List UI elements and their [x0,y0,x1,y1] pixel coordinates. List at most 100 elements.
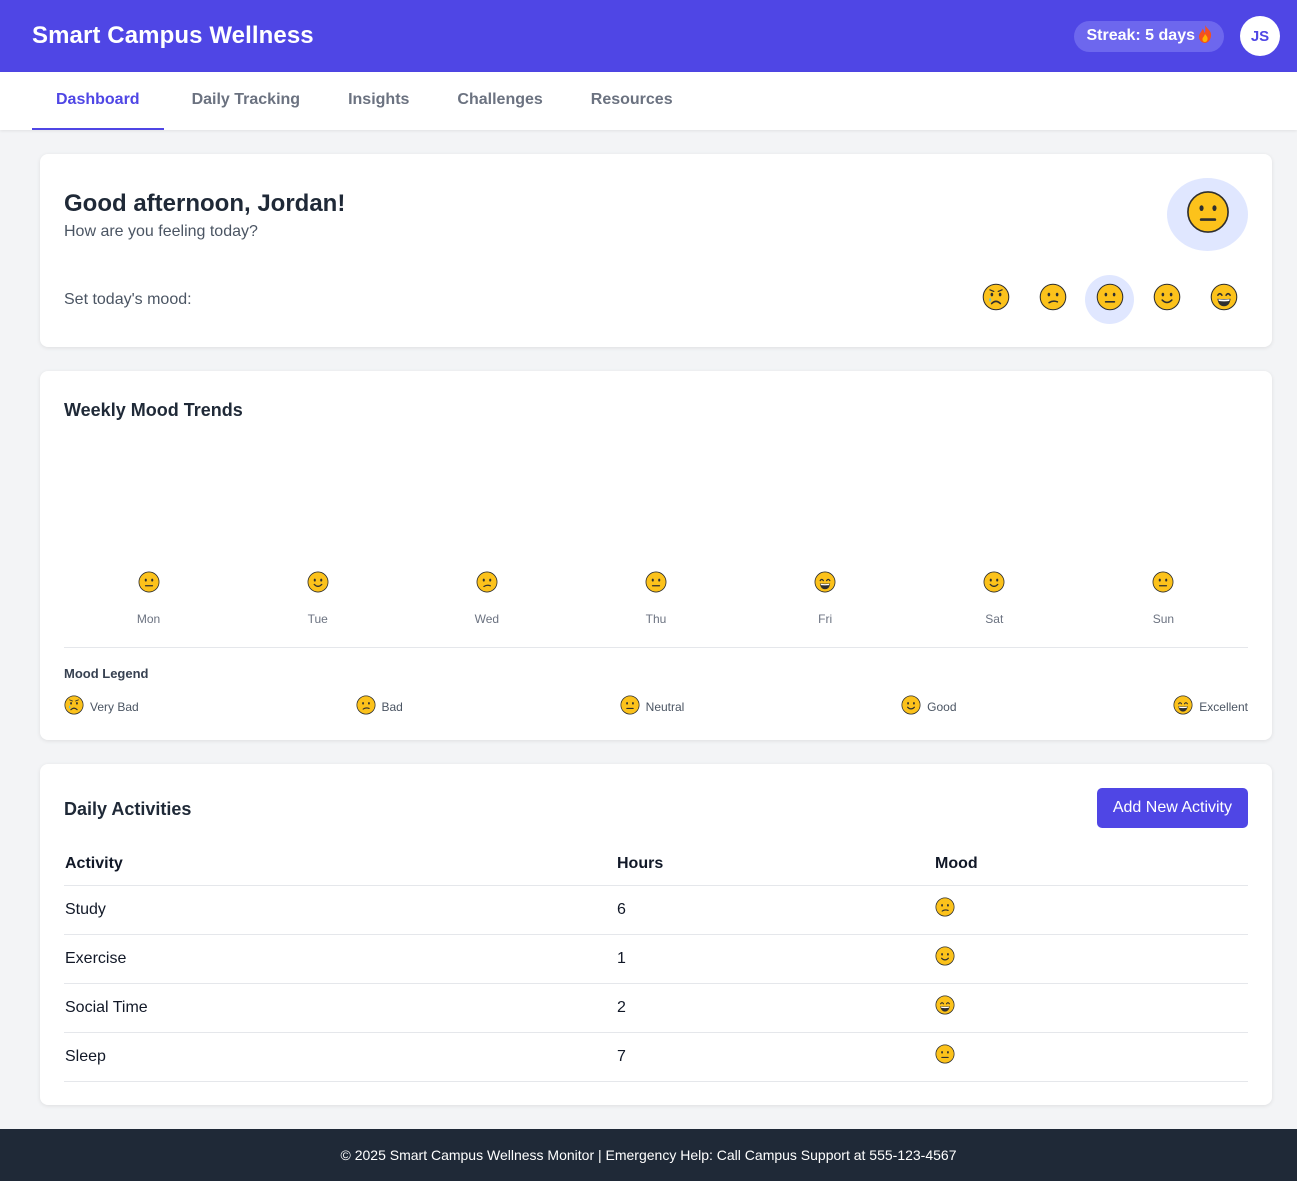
daily-activities-title: Daily Activities [64,799,192,819]
hours-cell: 1 [616,934,934,984]
column-header-hours: Hours [616,844,934,886]
legend-item-very-bad: Very Bad [64,695,139,718]
legend-item-good: Good [901,695,957,718]
bad-face-icon [1039,283,1067,316]
mood-cell [934,885,1248,935]
tab-dashboard[interactable]: Dashboard [32,72,164,130]
top-bar: Smart Campus Wellness Streak: 5 days JS [0,0,1297,72]
greeting-heading: Good afternoon, Jordan! [64,190,346,217]
neutral-face-icon [1186,190,1230,239]
mood-cell [934,934,1248,984]
mood-picker [971,275,1248,324]
day-column-wed: Wed [402,571,571,626]
greeting-subtitle: How are you feeling today? [64,223,258,240]
add-activity-button[interactable]: Add New Activity [1096,788,1248,828]
weekly-mood-title: Weekly Mood Trends [64,400,243,420]
day-label: Wed [474,612,500,626]
excellent-face-icon [1173,695,1193,718]
table-row: Exercise 1 [64,934,1248,984]
table-row: Study 6 [64,885,1248,935]
mood-legend: Very Bad Bad Neutral Good Excellent [64,695,1248,718]
mood-option-excellent[interactable] [1199,275,1248,324]
neutral-face-icon [1096,283,1124,316]
activity-cell: Social Time [64,983,616,1033]
footer-text: © 2025 Smart Campus Wellness Monitor | E… [340,1147,957,1163]
excellent-face-icon [935,995,955,1020]
day-label: Thu [645,612,667,626]
legend-label: Good [927,699,957,714]
legend-label: Bad [381,699,403,714]
day-column-sat: Sat [910,571,1079,626]
good-face-icon [1153,283,1181,316]
activity-cell: Study [64,885,616,935]
day-label: Fri [818,612,833,626]
day-label: Sat [985,612,1004,626]
excellent-face-icon [1210,283,1238,316]
mood-option-bad[interactable] [1028,275,1077,324]
very-bad-face-icon [64,695,84,718]
legend-item-excellent: Excellent [1173,695,1248,718]
neutral-face-icon [1152,571,1174,598]
excellent-face-icon [814,571,836,598]
very-bad-face-icon [982,283,1010,316]
mood-cell [934,1032,1248,1082]
good-face-icon [983,571,1005,598]
main-nav: Dashboard Daily Tracking Insights Challe… [0,72,1297,130]
table-header-row: Activity Hours Mood [64,844,1248,886]
day-column-tue: Tue [233,571,402,626]
hours-cell: 6 [616,885,934,935]
day-column-fri: Fri [741,571,910,626]
good-face-icon [307,571,329,598]
legend-label: Neutral [645,699,685,714]
neutral-face-icon [645,571,667,598]
tab-daily-tracking[interactable]: Daily Tracking [164,72,325,130]
activity-cell: Exercise [64,934,616,984]
mood-cell [934,983,1248,1033]
day-column-sun: Sun [1079,571,1248,626]
current-mood-display [1167,178,1248,251]
mood-option-good[interactable] [1142,275,1191,324]
neutral-face-icon [620,695,640,718]
day-label: Sun [1152,612,1175,626]
day-column-mon: Mon [64,571,233,626]
bad-face-icon [476,571,498,598]
good-face-icon [901,695,921,718]
day-label: Tue [307,612,328,626]
good-face-icon [935,946,955,971]
mood-option-neutral[interactable] [1085,275,1134,324]
activities-table: Activity Hours Mood Study 6 Exercise 1 S… [64,844,1248,1082]
mood-legend-title: Mood Legend [64,666,149,681]
neutral-face-icon [935,1044,955,1069]
divider [64,647,1248,648]
mood-option-very-bad[interactable] [971,275,1020,324]
header-actions: Streak: 5 days JS [1074,16,1280,56]
legend-label: Very Bad [90,699,139,714]
legend-label: Excellent [1199,699,1248,714]
day-column-thu: Thu [571,571,740,626]
hours-cell: 2 [616,983,934,1033]
set-mood-label: Set today's mood: [64,291,192,308]
bad-face-icon [355,695,376,718]
avatar[interactable]: JS [1240,16,1280,56]
hours-cell: 7 [616,1032,934,1082]
greeting-card: Good afternoon, Jordan! How are you feel… [40,154,1272,347]
legend-item-neutral: Neutral [620,695,685,718]
weekly-mood-card: Weekly Mood Trends Mon Tue Wed Thu Fri S… [40,371,1272,740]
table-row: Social Time 2 [64,983,1248,1033]
app-title: Smart Campus Wellness [32,22,314,49]
bad-face-icon [935,897,955,922]
legend-item-bad: Bad [355,695,403,718]
tab-resources[interactable]: Resources [567,72,697,130]
neutral-face-icon [138,571,160,598]
fire-icon [1198,25,1212,47]
activity-cell: Sleep [64,1032,616,1082]
column-header-activity: Activity [64,844,616,886]
week-mood-row: Mon Tue Wed Thu Fri Sat Sun [64,571,1248,626]
table-row: Sleep 7 [64,1032,1248,1082]
footer: © 2025 Smart Campus Wellness Monitor | E… [0,1129,1297,1181]
daily-activities-card: Daily Activities Add New Activity Activi… [40,764,1272,1105]
tab-challenges[interactable]: Challenges [433,72,566,130]
column-header-mood: Mood [934,844,1248,886]
tab-insights[interactable]: Insights [324,72,433,130]
day-label: Mon [136,612,161,626]
